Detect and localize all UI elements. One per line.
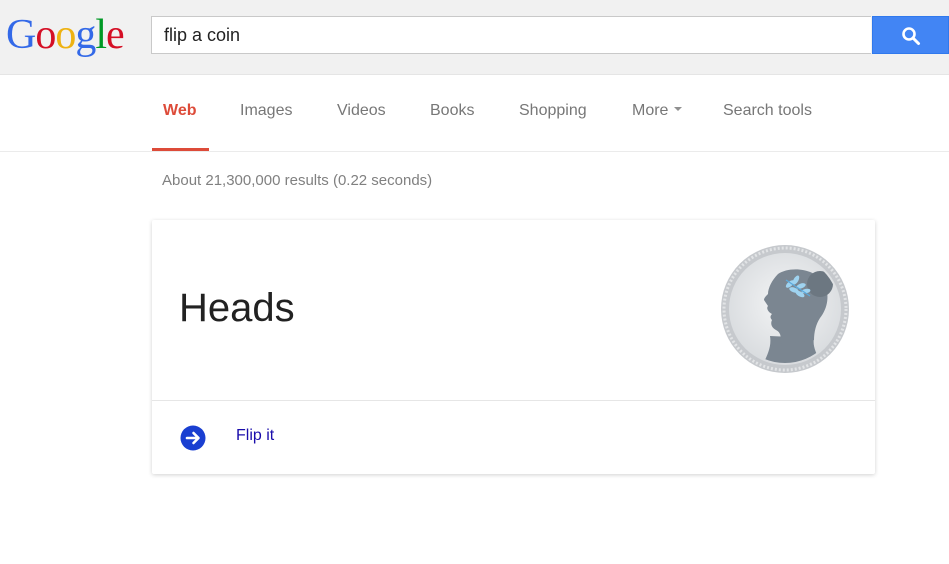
coin-flip-card: Heads Flip it	[152, 220, 875, 474]
flip-it-label: Flip it	[236, 427, 275, 444]
chevron-down-icon	[674, 106, 683, 111]
flip-it-button[interactable]: Flip it	[152, 401, 875, 474]
logo-letter: l	[95, 12, 107, 58]
tab-more-label: More	[632, 102, 669, 119]
coin-heads-icon	[721, 245, 849, 373]
logo-letter: g	[75, 12, 96, 58]
tab-more[interactable]: More	[632, 102, 683, 120]
logo-letter: o	[35, 12, 56, 58]
search-input[interactable]	[151, 16, 871, 54]
google-logo[interactable]: Google	[6, 10, 125, 60]
search-button[interactable]	[872, 16, 949, 54]
tab-videos[interactable]: Videos	[337, 102, 386, 120]
logo-letter: G	[6, 12, 36, 58]
tab-images[interactable]: Images	[240, 102, 292, 120]
arrow-right-circle-icon	[180, 425, 206, 451]
result-stats: About 21,300,000 results (0.22 seconds)	[162, 172, 433, 189]
coin-result: Heads	[179, 286, 295, 330]
search-tabs: Web Images Videos Books Shopping More Se…	[0, 75, 949, 152]
active-tab-indicator	[152, 148, 209, 151]
header-bar: Google	[0, 0, 949, 75]
tab-books[interactable]: Books	[430, 102, 474, 120]
tab-shopping[interactable]: Shopping	[519, 102, 587, 120]
search-icon	[902, 27, 920, 45]
logo-letter: o	[55, 12, 76, 58]
logo-letter: e	[106, 12, 125, 58]
tab-search-tools[interactable]: Search tools	[723, 102, 812, 120]
tab-web[interactable]: Web	[163, 102, 196, 120]
